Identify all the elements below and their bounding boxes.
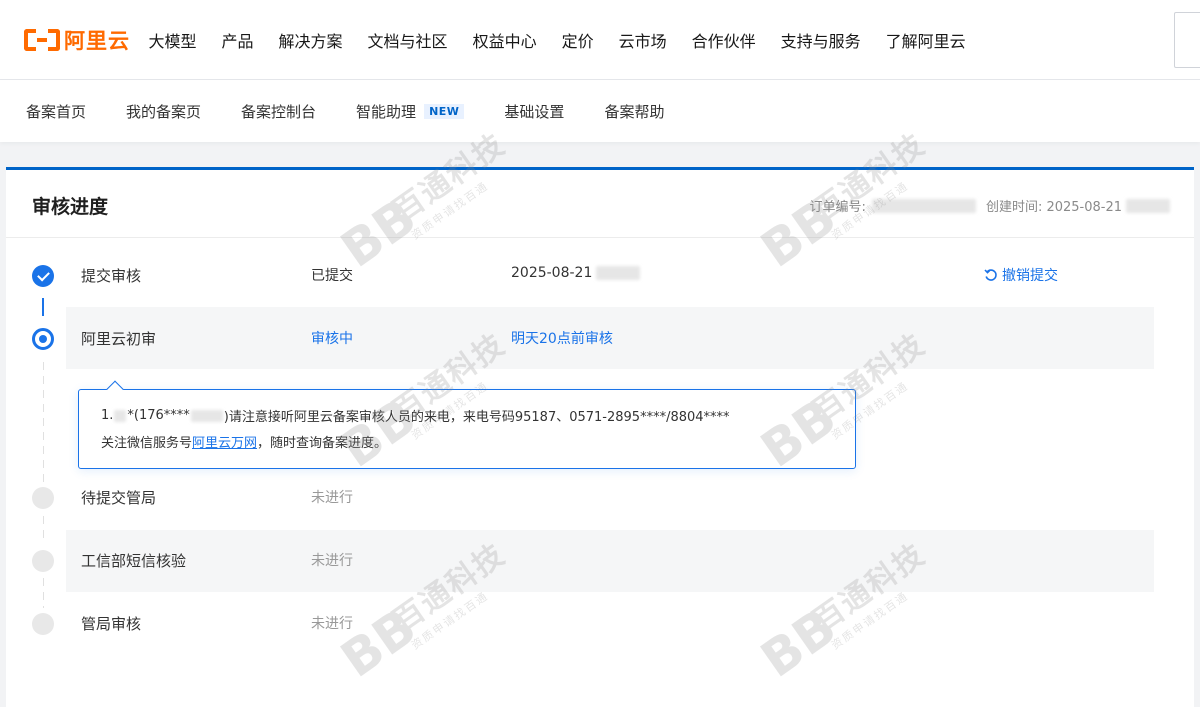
topnav-item-benefits[interactable]: 权益中心 (473, 28, 537, 52)
logo-text: 阿里云 (64, 29, 130, 53)
step-row-bureau-review: 管局审核 未进行 (6, 593, 1156, 655)
cancel-submit-button[interactable]: 撤销提交 (984, 265, 1058, 285)
step-name: 阿里云初审 (81, 330, 157, 348)
subnav-item-console[interactable]: 备案控制台 (241, 101, 316, 122)
order-meta: 订单编号: 创建时间: 2025-08-21 (810, 196, 1170, 215)
topnav-item-marketplace[interactable]: 云市场 (619, 28, 667, 52)
pending-step-icon (32, 613, 54, 635)
step-name: 工信部短信核验 (81, 552, 187, 570)
aliyun-logo-icon (24, 29, 60, 51)
step-row-initial-review: 阿里云初审 审核中 明天20点前审核 (6, 307, 1156, 369)
check-icon (32, 265, 54, 287)
topnav-item-about[interactable]: 了解阿里云 (886, 28, 966, 52)
subnav-item-my-beian[interactable]: 我的备案页 (126, 101, 201, 122)
name-redacted (114, 409, 127, 422)
notice-line-2: 关注微信服务号 阿里云万网 ，随时查询备案进度。 (101, 432, 387, 451)
step-row-sms-verify: 工信部短信核验 未进行 (6, 530, 1156, 592)
card-header: 审核进度 订单编号: 创建时间: 2025-08-21 (6, 170, 1194, 238)
review-notice-box: 1. *(176**** )请注意接听阿里云备案审核人员的来电，来电号码9518… (78, 380, 856, 469)
step-name: 管局审核 (81, 615, 142, 633)
wanwang-link[interactable]: 阿里云万网 (192, 432, 257, 451)
pending-step-icon (32, 550, 54, 572)
review-progress-card: 审核进度 订单编号: 创建时间: 2025-08-21 提交审核 已提交 202… (6, 167, 1194, 707)
notice-prefix: 1. (101, 408, 114, 423)
topnav-item-pricing[interactable]: 定价 (562, 28, 594, 52)
step-time: 明天20点前审核 (511, 331, 613, 347)
step-status: 未进行 (311, 616, 353, 632)
topnav-item-llm[interactable]: 大模型 (149, 28, 197, 52)
subnav-item-help[interactable]: 备案帮助 (604, 101, 664, 122)
order-number-redacted (871, 198, 976, 213)
time-redacted (596, 266, 641, 280)
topnav-item-solutions[interactable]: 解决方案 (279, 28, 343, 52)
current-step-icon (32, 328, 54, 350)
cancel-submit-label: 撤销提交 (1002, 268, 1058, 284)
notice-wechat-text: 关注微信服务号 (101, 436, 193, 451)
notice-wechat-suffix: ，随时查询备案进度。 (257, 436, 388, 451)
pending-step-icon (32, 487, 54, 509)
step-time: 2025-08-21 (511, 265, 641, 281)
phone-redacted (190, 409, 223, 422)
step-status: 已提交 (311, 268, 353, 284)
new-badge: NEW (424, 103, 465, 119)
step-row-submit: 提交审核 已提交 2025-08-21 撤销提交 (6, 244, 1156, 306)
beian-subnav: 备案首页 我的备案页 备案控制台 智能助理 NEW 基础设置 备案帮助 (0, 80, 1200, 142)
created-time-redacted (1126, 198, 1170, 213)
top-navbar: 阿里云 大模型 产品 解决方案 文档与社区 权益中心 定价 云市场 合作伙伴 支… (0, 0, 1200, 80)
subnav-item-assistant[interactable]: 智能助理 NEW (356, 101, 465, 122)
topnav-item-support[interactable]: 支持与服务 (781, 28, 861, 52)
topnav-item-docs-community[interactable]: 文档与社区 (368, 28, 448, 52)
step-status: 审核中 (311, 331, 353, 347)
search-input[interactable] (1174, 12, 1200, 68)
page-title: 审核进度 (32, 196, 109, 218)
topnav-item-products[interactable]: 产品 (222, 28, 254, 52)
step-name: 提交审核 (81, 267, 142, 285)
notice-line-1: 1. *(176**** )请注意接听阿里云备案审核人员的来电，来电号码9518… (101, 406, 730, 425)
step-row-pending-submit: 待提交管局 未进行 (6, 467, 1156, 529)
step-status: 未进行 (311, 490, 353, 506)
step-time-text: 2025-08-21 (511, 265, 593, 281)
aliyun-logo[interactable]: 阿里云 (24, 26, 130, 54)
subnav-item-assistant-label: 智能助理 (356, 102, 417, 121)
notice-phone: *(176**** (127, 408, 190, 423)
notice-text: )请注意接听阿里云备案审核人员的来电，来电号码95187、0571-2895**… (223, 410, 730, 425)
step-status: 未进行 (311, 553, 353, 569)
notice-arrow (106, 380, 124, 398)
subnav-item-settings[interactable]: 基础设置 (504, 101, 564, 122)
created-time-label: 创建时间: 2025-08-21 (985, 200, 1122, 215)
step-name: 待提交管局 (81, 489, 157, 507)
undo-icon (984, 269, 997, 281)
subnav-item-home[interactable]: 备案首页 (26, 101, 86, 122)
topnav-item-partners[interactable]: 合作伙伴 (692, 28, 756, 52)
step-connector (43, 362, 44, 482)
order-number-label: 订单编号: (809, 200, 866, 215)
